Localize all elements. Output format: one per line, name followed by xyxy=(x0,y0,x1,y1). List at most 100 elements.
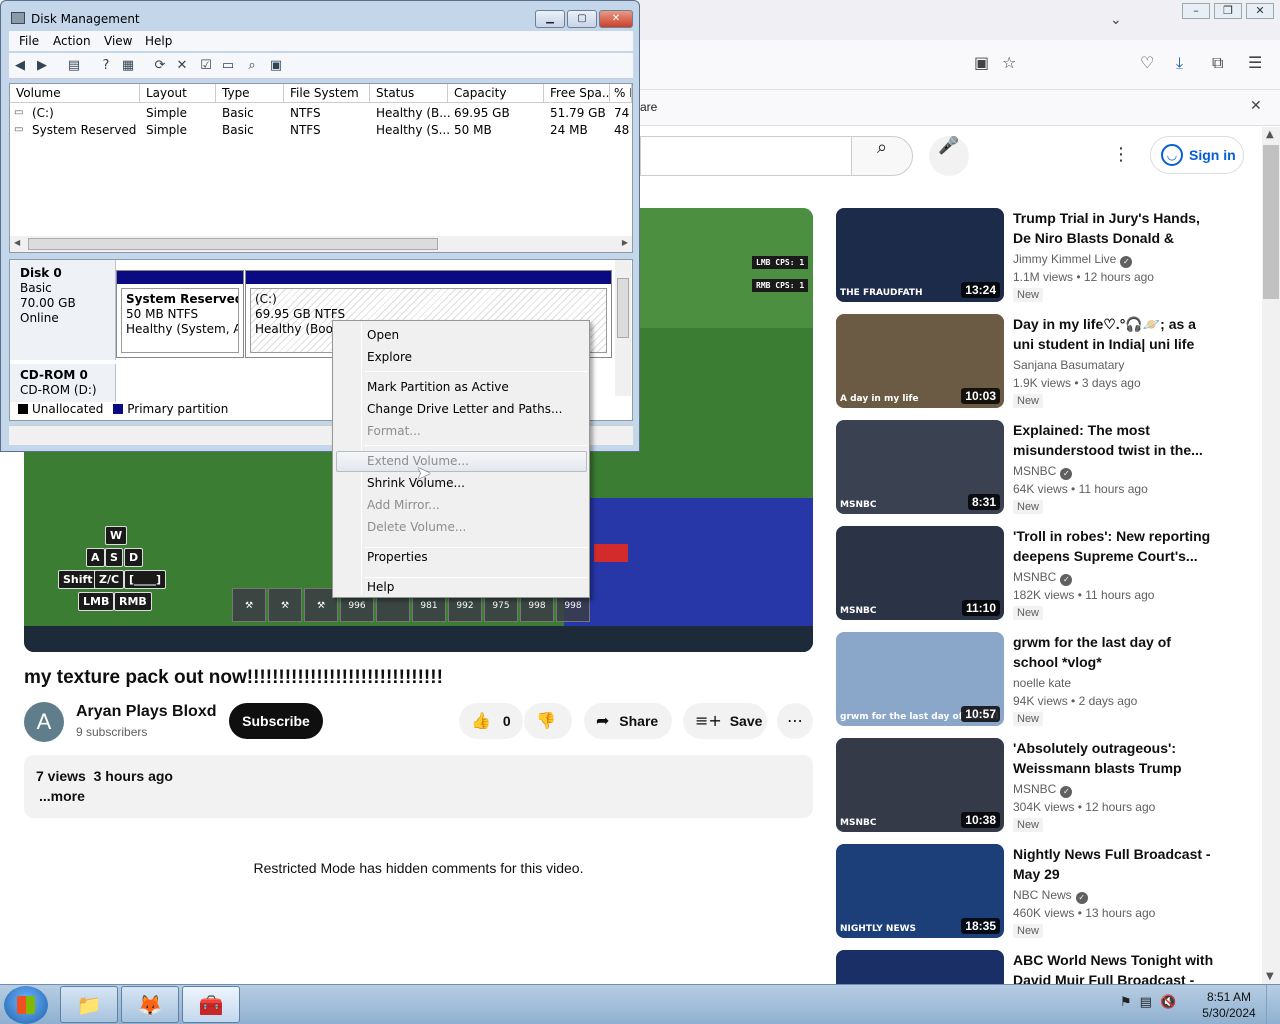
menu-action[interactable]: Action xyxy=(53,34,91,48)
video-thumbnail[interactable]: MSNBC 10:38 xyxy=(836,738,1004,832)
menu-icon[interactable]: ☰ xyxy=(1248,53,1262,72)
menu-item-mark-partition-as-active[interactable]: Mark Partition as Active xyxy=(367,377,509,397)
scrollbar-thumb[interactable] xyxy=(28,238,438,250)
search-button[interactable]: ⌕ xyxy=(851,136,913,176)
forward-icon[interactable]: ▶ xyxy=(33,57,51,75)
recommendation-item[interactable]: A day in my life 10:03 Day in my life♡.°🎧🪐… xyxy=(836,314,1256,410)
more-actions-button[interactable]: ⋯ xyxy=(777,703,813,739)
menu-item-explore[interactable]: Explore xyxy=(367,347,412,367)
disk-0-label[interactable]: Disk 0 Basic 70.00 GB Online xyxy=(10,260,116,360)
recommendation-title[interactable]: 'Absolutely outrageous': Weissmann blast… xyxy=(1013,738,1218,778)
taskbar-firefox[interactable]: 🦊 xyxy=(121,986,179,1023)
dislike-button[interactable]: 👎 xyxy=(524,703,572,739)
menu-item-properties[interactable]: Properties xyxy=(367,547,428,567)
sign-in-button[interactable]: ◡ Sign in xyxy=(1150,136,1244,174)
save-button[interactable]: ≡+ Save xyxy=(683,703,767,739)
recommendation-channel[interactable]: MSNBC ✓ xyxy=(1013,782,1073,798)
scrollbar-thumb[interactable] xyxy=(617,278,629,338)
download-icon[interactable]: ⤓ xyxy=(1176,53,1183,73)
recommendation-item[interactable]: MSNBC 8:31 Explained: The most misundersto… xyxy=(836,420,1256,516)
flag-icon[interactable]: ⚑ xyxy=(1120,995,1140,1010)
recommendation-item[interactable]: MSNBC 10:38 'Absolutely outrageous': Weiss… xyxy=(836,738,1256,834)
extensions-icon[interactable]: ⧉ xyxy=(1212,53,1223,73)
horizontal-scrollbar[interactable]: ◀ ▶ xyxy=(10,236,632,252)
voice-search-button[interactable]: 🎤 xyxy=(929,136,969,176)
taskbar-clock[interactable]: 8:51 AM 5/30/2024 xyxy=(1196,989,1262,1021)
minimize-button[interactable]: ▁ xyxy=(535,10,565,28)
cdrom-0-label[interactable]: CD-ROM 0 CD-ROM (D:) xyxy=(10,364,116,402)
menu-file[interactable]: File xyxy=(19,34,39,48)
recommendation-channel[interactable]: noelle kate xyxy=(1013,676,1071,690)
search-icon[interactable]: ⌕ xyxy=(243,57,261,75)
recommendation-title[interactable]: Day in my life♡.°🎧🪐; as a uni student in… xyxy=(1013,314,1218,354)
disk-icon[interactable]: ▣ xyxy=(267,57,285,75)
subscribe-button[interactable]: Subscribe xyxy=(229,703,323,739)
recommendation-title[interactable]: grwm for the last day of school *vlog* xyxy=(1013,632,1218,672)
table-cell[interactable]: (C:) xyxy=(32,106,54,120)
browser-close-button[interactable]: ✕ xyxy=(1246,3,1274,19)
check-icon[interactable]: ☑ xyxy=(197,57,215,75)
scroll-up-icon[interactable]: ▲ xyxy=(1266,129,1274,140)
help-icon[interactable]: ? xyxy=(97,57,115,75)
show-desktop-button[interactable] xyxy=(1266,985,1280,1024)
recommendation-title[interactable]: Trump Trial in Jury's Hands, De Niro Bla… xyxy=(1013,208,1218,248)
like-button[interactable]: 👍 0 xyxy=(459,703,523,739)
share-button[interactable]: ➦ Share xyxy=(584,703,672,739)
recommendation-channel[interactable]: Jimmy Kimmel Live ✓ xyxy=(1013,252,1133,268)
video-thumbnail[interactable]: MSNBC 11:10 xyxy=(836,526,1004,620)
recommendation-channel[interactable]: MSNBC ✓ xyxy=(1013,464,1073,480)
menu-view[interactable]: View xyxy=(104,34,132,48)
description-box[interactable]: 7 views 3 hours ago ...more xyxy=(24,755,813,818)
channel-name[interactable]: Aryan Plays Bloxd xyxy=(76,703,217,721)
column-header-layout[interactable]: Layout xyxy=(140,84,216,103)
taskbar-disk-management[interactable]: 🧰 xyxy=(182,986,240,1023)
search-input[interactable] xyxy=(640,136,852,176)
column-header-free-space[interactable]: Free Spa... xyxy=(544,84,610,103)
menu-help[interactable]: Help xyxy=(145,34,172,48)
more-options-icon[interactable]: ⋮ xyxy=(1112,144,1130,165)
recommendation-title[interactable]: 'Troll in robes': New reporting deepens … xyxy=(1013,526,1218,566)
scroll-left-icon[interactable]: ◀ xyxy=(14,238,20,247)
delete-icon[interactable]: ✕ xyxy=(173,57,191,75)
recommendation-item[interactable]: MSNBC 11:10 'Troll in robes': New reportin… xyxy=(836,526,1256,622)
volume-muted-icon[interactable]: 🔇 xyxy=(1160,995,1184,1010)
recommendation-channel[interactable]: MSNBC ✓ xyxy=(1013,570,1073,586)
notification-close-icon[interactable]: ✕ xyxy=(1250,98,1262,114)
console-tree-icon[interactable]: ▤ xyxy=(65,57,83,75)
scroll-right-icon[interactable]: ▶ xyxy=(622,238,628,247)
video-thumbnail[interactable]: A day in my life 10:03 xyxy=(836,314,1004,408)
maximize-button[interactable]: ▢ xyxy=(567,10,597,28)
recommendation-channel[interactable]: NBC News ✓ xyxy=(1013,888,1088,904)
video-thumbnail[interactable]: THE FRAUDFATH 13:24 xyxy=(836,208,1004,302)
vertical-scrollbar[interactable] xyxy=(615,260,631,396)
close-button[interactable]: ✕ xyxy=(599,10,633,28)
network-icon[interactable]: ▤ xyxy=(1140,995,1160,1010)
show-more-link[interactable]: ...more xyxy=(39,788,85,804)
column-header-file-system[interactable]: File System xyxy=(284,84,370,103)
back-icon[interactable]: ◀ xyxy=(11,57,29,75)
tab-list-chevron-icon[interactable]: ⌄ xyxy=(1110,12,1122,28)
taskbar-explorer[interactable]: 📁 xyxy=(60,986,118,1023)
column-header-percent-free[interactable]: % F xyxy=(610,84,632,103)
scrollbar-thumb[interactable] xyxy=(1263,145,1279,299)
star-icon[interactable]: ☆ xyxy=(1002,53,1016,72)
menu-item-open[interactable]: Open xyxy=(367,325,399,345)
recommendation-title[interactable]: Nightly News Full Broadcast - May 29 xyxy=(1013,844,1218,884)
page-scrollbar[interactable]: ▲ ▼ xyxy=(1262,127,1280,984)
recommendation-channel[interactable]: Sanjana Basumatary xyxy=(1013,358,1124,372)
start-button[interactable] xyxy=(4,986,48,1024)
table-cell[interactable]: System Reserved xyxy=(32,123,136,137)
pocket-icon[interactable]: ♡ xyxy=(1140,53,1154,72)
browser-maximize-button[interactable]: ❐ xyxy=(1214,3,1242,19)
column-header-capacity[interactable]: Capacity xyxy=(448,84,544,103)
menu-item-change-drive-letter-and-paths[interactable]: Change Drive Letter and Paths... xyxy=(367,399,562,419)
refresh-icon[interactable]: ⟳ xyxy=(151,57,169,75)
properties-icon[interactable]: ▦ xyxy=(119,57,137,75)
reader-icon[interactable]: ▣ xyxy=(974,53,989,72)
scroll-down-icon[interactable]: ▼ xyxy=(1266,971,1274,982)
video-thumbnail[interactable]: MSNBC 8:31 xyxy=(836,420,1004,514)
recommendation-title[interactable]: Explained: The most misunderstood twist … xyxy=(1013,420,1218,460)
open-folder-icon[interactable]: ▭ xyxy=(219,57,237,75)
menu-item-help[interactable]: Help xyxy=(367,577,394,597)
column-header-type[interactable]: Type xyxy=(216,84,284,103)
